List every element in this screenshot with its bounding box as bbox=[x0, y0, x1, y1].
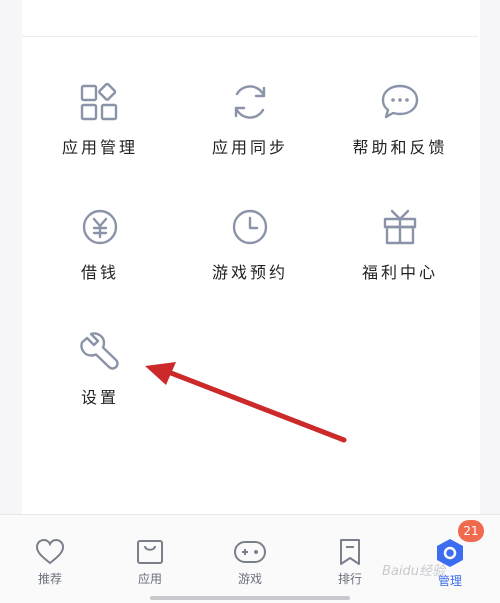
notification-badge: 21 bbox=[458, 520, 484, 542]
apps-grid-icon bbox=[80, 82, 118, 121]
tab-label: 排行 bbox=[337, 572, 362, 586]
home-indicator[interactable] bbox=[150, 596, 350, 600]
tile-app-sync[interactable]: 应用同步 bbox=[175, 80, 325, 190]
tab-label: 应用 bbox=[137, 572, 162, 586]
tab-label: 推荐 bbox=[37, 572, 62, 586]
watermark: Baidu经验 bbox=[382, 564, 445, 579]
tile-app-management[interactable]: 应用管理 bbox=[25, 80, 175, 190]
tile-welfare-center[interactable]: 福利中心 bbox=[325, 205, 475, 315]
divider bbox=[22, 36, 478, 37]
heart-icon bbox=[35, 538, 65, 565]
tile-settings[interactable]: 设置 bbox=[25, 330, 175, 440]
shopping-bag-icon bbox=[137, 540, 163, 564]
tile-label: 帮助和反馈 bbox=[352, 138, 448, 157]
gift-icon bbox=[383, 209, 417, 245]
tile-label: 应用管理 bbox=[61, 138, 138, 157]
tab-recommend[interactable]: 推荐 bbox=[10, 538, 90, 587]
tile-label: 应用同步 bbox=[211, 138, 288, 157]
wrench-icon bbox=[80, 332, 119, 370]
sync-icon bbox=[234, 85, 266, 119]
tab-ranking[interactable]: 排行 bbox=[310, 538, 390, 587]
tile-label: 设置 bbox=[80, 388, 119, 407]
yen-coin-icon bbox=[82, 209, 118, 245]
tile-label: 借钱 bbox=[80, 263, 119, 282]
clock-icon bbox=[232, 209, 268, 245]
tab-games[interactable]: 游戏 bbox=[210, 538, 290, 587]
tab-label: 游戏 bbox=[237, 572, 262, 586]
tile-label: 福利中心 bbox=[361, 263, 438, 282]
tile-help-feedback[interactable]: 帮助和反馈 bbox=[325, 80, 475, 190]
tab-apps[interactable]: 应用 bbox=[110, 538, 190, 587]
bookmark-icon bbox=[340, 539, 360, 565]
tile-label: 游戏预约 bbox=[211, 263, 288, 282]
tile-game-reservation[interactable]: 游戏预约 bbox=[175, 205, 325, 315]
gamepad-icon bbox=[234, 541, 266, 563]
chat-bubble-icon bbox=[381, 84, 419, 119]
tile-borrow[interactable]: 借钱 bbox=[25, 205, 175, 315]
